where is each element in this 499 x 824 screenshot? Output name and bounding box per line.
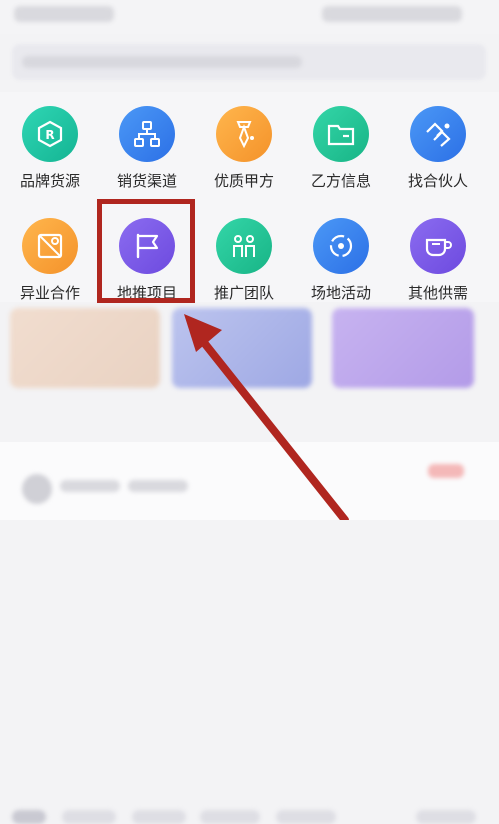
menu-item-label: 找合伙人: [407, 172, 468, 190]
cross-industry-icon: [22, 218, 78, 274]
menu-item-brand-source[interactable]: R 品牌货源: [2, 98, 98, 194]
menu-item-vendor-info[interactable]: 乙方信息: [293, 98, 389, 194]
cup-icon: [410, 218, 466, 274]
svg-text:R: R: [45, 128, 54, 142]
find-partner-icon: [410, 106, 466, 162]
menu-item-cross-industry[interactable]: 异业合作: [2, 210, 98, 306]
menu-item-other-supply[interactable]: 其他供需: [390, 210, 486, 306]
menu-item-promo-team[interactable]: 推广团队: [196, 210, 292, 306]
menu-item-label: 场地活动: [310, 284, 371, 302]
menu-item-sales-channel[interactable]: 销货渠道: [99, 98, 195, 194]
venue-activity-icon: [313, 218, 369, 274]
quality-client-icon: [216, 106, 272, 162]
menu-item-label: 销货渠道: [116, 172, 177, 190]
search-placeholder: [22, 56, 302, 68]
menu-item-label: 异业合作: [19, 284, 80, 302]
menu-item-find-partner[interactable]: 找合伙人: [390, 98, 486, 194]
highlight-box: [97, 199, 195, 303]
category-grid: R 品牌货源 销货渠道 优质甲方 乙方信息 找合伙人 异业合作 地推项目 推广团…: [0, 92, 499, 302]
promo-banner[interactable]: [332, 308, 474, 388]
menu-item-label: 推广团队: [213, 284, 274, 302]
promo-banner[interactable]: [172, 308, 312, 388]
avatar: [22, 474, 52, 504]
menu-item-label: 品牌货源: [19, 172, 80, 190]
menu-item-label: 优质甲方: [213, 172, 274, 190]
content-tabs: [0, 398, 499, 824]
vendor-info-icon: [313, 106, 369, 162]
menu-item-venue-activity[interactable]: 场地活动: [293, 210, 389, 306]
list-item[interactable]: [0, 442, 499, 520]
sales-channel-icon: [119, 106, 175, 162]
promo-banner[interactable]: [10, 308, 160, 388]
menu-item-label: 其他供需: [407, 284, 468, 302]
menu-item-label: 乙方信息: [310, 172, 371, 190]
team-icon: [216, 218, 272, 274]
status-bar: [0, 0, 499, 34]
menu-item-quality-client[interactable]: 优质甲方: [196, 98, 292, 194]
brand-source-icon: R: [22, 106, 78, 162]
